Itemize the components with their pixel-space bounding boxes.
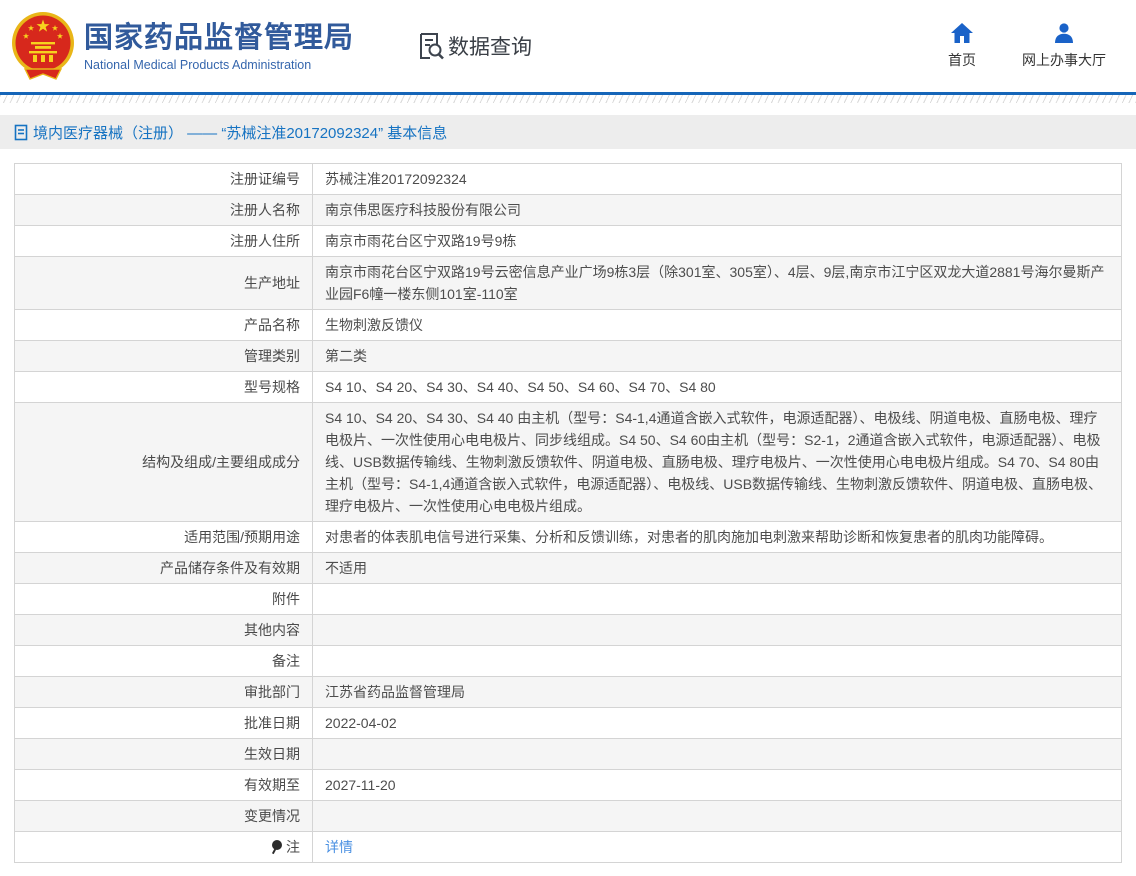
row-value: 苏械注准20172092324 [313, 164, 1122, 195]
table-row: 结构及组成/主要组成成分S4 10、S4 20、S4 30、S4 40 由主机（… [15, 403, 1122, 522]
row-value: 生物刺激反馈仪 [313, 310, 1122, 341]
data-query-label: 数据查询 [448, 31, 532, 61]
row-value [313, 584, 1122, 615]
table-row: 注册人名称南京伟思医疗科技股份有限公司 [15, 195, 1122, 226]
row-value: 南京市雨花台区宁双路19号9栋 [313, 226, 1122, 257]
info-table-body: 注册证编号苏械注准20172092324注册人名称南京伟思医疗科技股份有限公司注… [15, 164, 1122, 863]
row-value: 南京市雨花台区宁双路19号云密信息产业广场9栋3层（除301室、305室）、4层… [313, 257, 1122, 310]
hatch-stripe [0, 95, 1136, 103]
row-value: S4 10、S4 20、S4 30、S4 40、S4 50、S4 60、S4 7… [313, 372, 1122, 403]
row-value: S4 10、S4 20、S4 30、S4 40 由主机（型号：S4-1,4通道含… [313, 403, 1122, 522]
row-label: 审批部门 [15, 677, 313, 708]
table-row: 备注 [15, 646, 1122, 677]
table-row: 产品储存条件及有效期不适用 [15, 553, 1122, 584]
data-query-icon [416, 31, 444, 61]
table-row: 附件 [15, 584, 1122, 615]
row-label: 产品名称 [15, 310, 313, 341]
table-row: 其他内容 [15, 615, 1122, 646]
row-label: 附件 [15, 584, 313, 615]
document-icon [14, 124, 28, 141]
top-nav: 首页 网上办事大厅 [948, 22, 1106, 70]
table-row: 注详情 [15, 832, 1122, 863]
user-icon [1052, 22, 1076, 44]
org-name-cn: 国家药品监督管理局 [84, 21, 354, 55]
nav-online-hall[interactable]: 网上办事大厅 [1022, 22, 1106, 70]
row-value: 2022-04-02 [313, 708, 1122, 739]
row-label: 备注 [15, 646, 313, 677]
row-label: 注 [15, 832, 313, 863]
table-row: 适用范围/预期用途对患者的体表肌电信号进行采集、分析和反馈训练，对患者的肌肉施加… [15, 522, 1122, 553]
nav-online-hall-label: 网上办事大厅 [1022, 50, 1106, 70]
table-row: 生产地址南京市雨花台区宁双路19号云密信息产业广场9栋3层（除301室、305室… [15, 257, 1122, 310]
table-row: 注册人住所南京市雨花台区宁双路19号9栋 [15, 226, 1122, 257]
row-value: 详情 [313, 832, 1122, 863]
row-value: 第二类 [313, 341, 1122, 372]
table-row: 产品名称生物刺激反馈仪 [15, 310, 1122, 341]
row-label: 适用范围/预期用途 [15, 522, 313, 553]
nav-home[interactable]: 首页 [948, 22, 976, 70]
page-title: 境内医疗器械（注册） —— “苏械注准20172092324” 基本信息 [33, 122, 447, 143]
row-value: 对患者的体表肌电信号进行采集、分析和反馈训练，对患者的肌肉施加电刺激来帮助诊断和… [313, 522, 1122, 553]
row-label: 变更情况 [15, 801, 313, 832]
brand[interactable]: 国家药品监督管理局 National Medical Products Admi… [10, 9, 354, 83]
row-label: 生效日期 [15, 739, 313, 770]
table-row: 批准日期2022-04-02 [15, 708, 1122, 739]
table-row: 有效期至2027-11-20 [15, 770, 1122, 801]
row-value: 南京伟思医疗科技股份有限公司 [313, 195, 1122, 226]
row-value [313, 615, 1122, 646]
site-header: 国家药品监督管理局 National Medical Products Admi… [0, 0, 1136, 92]
row-label: 注册人名称 [15, 195, 313, 226]
row-label: 批准日期 [15, 708, 313, 739]
row-value [313, 646, 1122, 677]
table-row: 审批部门江苏省药品监督管理局 [15, 677, 1122, 708]
row-label: 注册人住所 [15, 226, 313, 257]
row-label: 结构及组成/主要组成成分 [15, 403, 313, 522]
info-table: 注册证编号苏械注准20172092324注册人名称南京伟思医疗科技股份有限公司注… [14, 163, 1122, 863]
row-value [313, 739, 1122, 770]
nav-data-query[interactable]: 数据查询 [416, 31, 532, 61]
row-value: 不适用 [313, 553, 1122, 584]
home-icon [950, 22, 974, 44]
table-row: 管理类别第二类 [15, 341, 1122, 372]
row-value: 江苏省药品监督管理局 [313, 677, 1122, 708]
table-row: 型号规格S4 10、S4 20、S4 30、S4 40、S4 50、S4 60、… [15, 372, 1122, 403]
row-label: 注册证编号 [15, 164, 313, 195]
row-label: 有效期至 [15, 770, 313, 801]
nav-home-label: 首页 [948, 50, 976, 70]
national-emblem-logo [10, 9, 76, 83]
row-value [313, 801, 1122, 832]
note-balloon-icon [272, 840, 283, 853]
row-label: 生产地址 [15, 257, 313, 310]
table-row: 变更情况 [15, 801, 1122, 832]
detail-link[interactable]: 详情 [325, 839, 353, 855]
table-row: 注册证编号苏械注准20172092324 [15, 164, 1122, 195]
brand-text: 国家药品监督管理局 National Medical Products Admi… [84, 21, 354, 72]
row-label: 型号规格 [15, 372, 313, 403]
org-name-en: National Medical Products Administration [84, 58, 354, 72]
row-label: 其他内容 [15, 615, 313, 646]
table-row: 生效日期 [15, 739, 1122, 770]
row-value: 2027-11-20 [313, 770, 1122, 801]
row-label: 管理类别 [15, 341, 313, 372]
breadcrumb: 境内医疗器械（注册） —— “苏械注准20172092324” 基本信息 [0, 115, 1136, 149]
row-label: 产品储存条件及有效期 [15, 553, 313, 584]
